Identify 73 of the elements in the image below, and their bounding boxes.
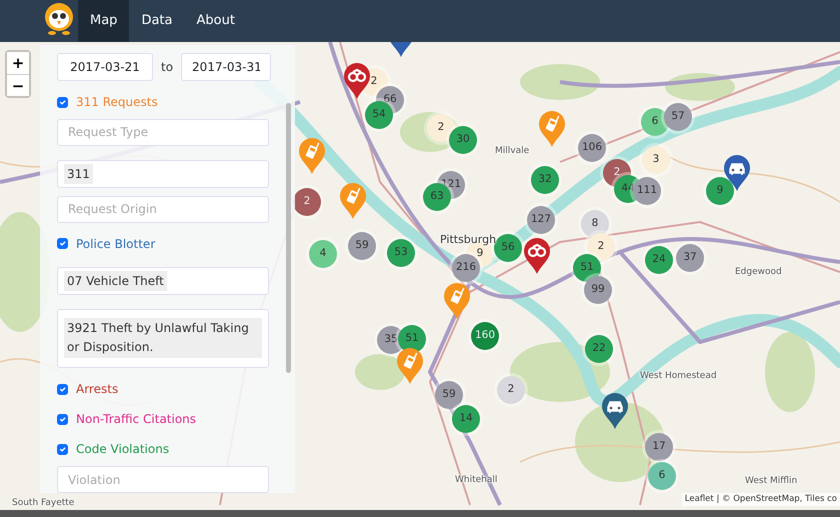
cluster-marker: 30	[449, 126, 477, 154]
place-label: Pittsburgh	[440, 232, 496, 248]
filter-field[interactable]: Violation	[57, 466, 269, 493]
layer-checkbox[interactable]	[57, 96, 68, 108]
place-label: West Homestead	[640, 370, 717, 383]
nav-tab[interactable]: About	[184, 0, 247, 42]
cluster-marker: 54	[365, 101, 393, 129]
cluster-marker: 2	[293, 188, 321, 216]
layer-checkbox[interactable]	[57, 414, 68, 425]
radio-marker[interactable]	[538, 110, 566, 148]
selected-tag: 07 Vehicle Theft	[64, 270, 167, 291]
handcuffs-marker[interactable]	[523, 237, 551, 275]
layer-label: Police Blotter	[76, 236, 156, 253]
place-label: Edgewood	[735, 266, 782, 279]
car-marker[interactable]	[723, 154, 751, 192]
layer-checkbox[interactable]	[57, 238, 68, 250]
radio-marker[interactable]	[339, 182, 367, 220]
cluster-marker: 4	[309, 240, 337, 268]
place-label: Whitehall	[455, 474, 498, 487]
place-label: West Mifflin	[745, 475, 798, 488]
nav-tab[interactable]: Map	[78, 0, 130, 42]
cluster-marker: 9	[706, 177, 734, 205]
filter-field[interactable]: 3921 Theft by Unlawful Taking or Disposition.	[57, 308, 269, 368]
park-area	[355, 354, 405, 390]
filter-field[interactable]: Request Type	[57, 119, 269, 146]
filter-field[interactable]: Request Origin	[57, 196, 269, 223]
car-marker[interactable]	[601, 392, 629, 430]
filter-field[interactable]: 07 Vehicle Theft	[57, 266, 269, 295]
nav-tab[interactable]: Data	[129, 0, 184, 42]
cluster-marker: 53	[387, 239, 415, 267]
cluster-marker: 111	[633, 177, 661, 205]
cluster-marker: 99	[584, 276, 612, 304]
cluster-marker: 106	[578, 134, 606, 162]
cluster-marker: 17	[645, 433, 673, 461]
cluster-marker: 59	[348, 232, 376, 260]
layer-label: Code Violations	[76, 441, 170, 458]
cluster-marker: 2	[497, 376, 525, 404]
date-field[interactable]: 2017-03-21	[57, 53, 153, 81]
scrollbar-thumb[interactable]	[286, 103, 291, 373]
filter-field[interactable]: 311	[57, 160, 269, 188]
cluster-marker: 24	[645, 246, 673, 274]
place-label: South Fayette	[12, 497, 74, 510]
place-label: Millvale	[495, 145, 530, 158]
cluster-marker: 160	[471, 322, 499, 350]
map-attribution: Leaflet | © OpenStreetMap, Tiles co	[682, 493, 840, 506]
layer-checkbox[interactable]	[57, 384, 68, 395]
openstreetmap-link[interactable]: OpenStreetMap	[733, 494, 800, 504]
selected-tag: 311	[64, 164, 93, 184]
selected-tag: 3921 Theft by Unlawful Taking or Disposition.	[64, 318, 262, 358]
radio-marker[interactable]	[298, 137, 326, 175]
handcuffs-marker[interactable]	[343, 62, 371, 100]
park-area	[665, 73, 735, 101]
radio-marker[interactable]	[396, 347, 424, 385]
cluster-marker: 14	[452, 405, 480, 433]
cluster-marker: 32	[531, 166, 559, 194]
layer-label: Non-Traffic Citations	[76, 411, 196, 428]
cluster-marker: 8	[581, 210, 609, 238]
layer-checkbox[interactable]	[57, 444, 68, 455]
cluster-marker: 37	[676, 244, 704, 272]
cluster-marker: 22	[585, 335, 613, 363]
cluster-marker: 56	[494, 234, 522, 262]
zoom-button[interactable]: −	[7, 74, 29, 96]
zoom-button[interactable]: +	[7, 52, 29, 74]
cluster-marker: 6	[648, 462, 676, 490]
radio-marker[interactable]	[443, 282, 471, 320]
cluster-marker: 57	[664, 103, 692, 131]
cluster-marker: 59	[435, 381, 463, 409]
layer-label: Arrests	[76, 381, 118, 398]
cluster-marker: 3	[642, 146, 670, 174]
date-range-label: to	[161, 59, 174, 76]
leaflet-link[interactable]: Leaflet	[684, 494, 714, 504]
cluster-marker: 127	[527, 206, 555, 234]
layer-label: 311 Requests	[76, 94, 158, 111]
